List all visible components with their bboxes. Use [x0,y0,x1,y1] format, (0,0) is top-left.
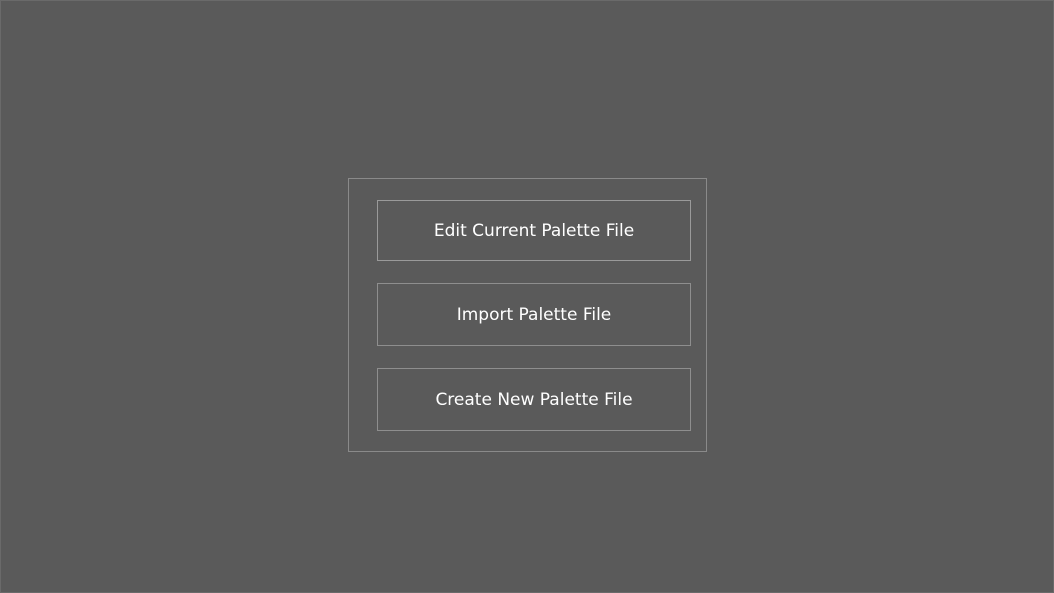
edit-current-palette-file-label: Edit Current Palette File [433,220,635,241]
create-new-palette-file-label: Create New Palette File [435,389,633,410]
create-new-palette-file-button[interactable]: Create New Palette File [377,368,691,431]
import-palette-file-button[interactable]: Import Palette File [377,283,691,346]
palette-options-panel: Edit Current Palette File Import Palette… [348,178,707,452]
edit-current-palette-file-button[interactable]: Edit Current Palette File [377,200,691,261]
app-window: Edit Current Palette File Import Palette… [0,0,1054,593]
import-palette-file-label: Import Palette File [456,304,612,325]
